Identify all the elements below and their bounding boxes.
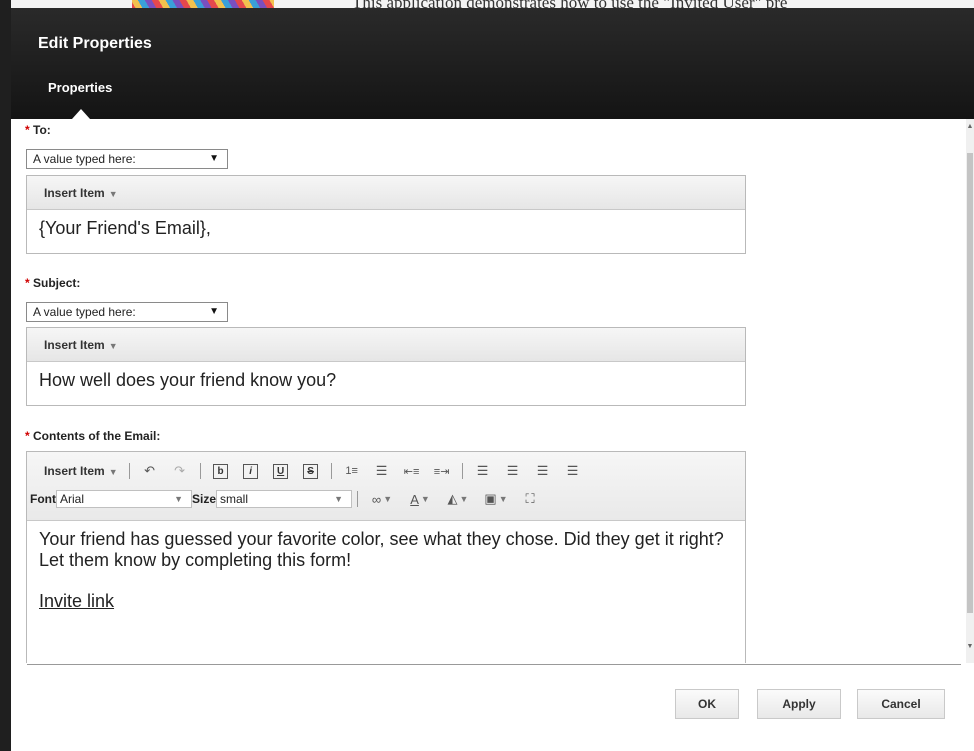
host-page-edge bbox=[0, 0, 11, 751]
toolbar-separator bbox=[128, 463, 130, 479]
dropdown-arrow-icon: ▼ bbox=[209, 153, 219, 164]
subject-select-value: A value typed here: bbox=[33, 305, 136, 319]
chevron-down-icon: ▼ bbox=[334, 494, 344, 504]
toolbar-separator bbox=[330, 463, 332, 479]
indent-icon[interactable]: ≡⇥ bbox=[431, 462, 453, 480]
align-right-icon[interactable]: ☰ bbox=[502, 462, 524, 480]
subject-label: * Subject: bbox=[25, 276, 80, 290]
apply-button[interactable]: Apply bbox=[757, 689, 841, 719]
link-icon[interactable]: ∞ ▼ bbox=[367, 490, 397, 508]
align-center-icon[interactable]: ☰ bbox=[532, 462, 554, 480]
to-editor-toolbar: Insert Item ▼ bbox=[27, 176, 745, 210]
required-mark: * bbox=[25, 123, 30, 137]
outdent-icon[interactable]: ⇤≡ bbox=[401, 462, 423, 480]
undo-icon[interactable]: ↶ bbox=[139, 462, 161, 480]
footer-divider bbox=[27, 664, 961, 665]
font-value: Arial bbox=[60, 492, 85, 506]
required-mark: * bbox=[25, 429, 30, 443]
toolbar-separator bbox=[199, 463, 201, 479]
toolbar-row-2: Font Arial ▼ Size small ▼ ∞ ▼ A ▼ ◭ ▼ ▣ ▼ ⛶ bbox=[30, 488, 545, 510]
to-input[interactable]: {Your Friend's Email}, bbox=[27, 210, 745, 247]
size-label: Size bbox=[192, 492, 217, 506]
subject-editor: Insert Item ▼ How well does your friend k… bbox=[26, 327, 746, 406]
strikethrough-icon[interactable]: S bbox=[300, 462, 322, 480]
size-select[interactable]: small ▼ bbox=[216, 490, 353, 508]
toolbar-separator bbox=[357, 491, 359, 507]
subject-label-text: Subject: bbox=[33, 276, 81, 290]
properties-panel: * To: A value typed here: ▼ Insert Item ▼… bbox=[11, 119, 967, 663]
to-label: * To: bbox=[25, 123, 51, 137]
rich-text-toolbar: Insert Item ▼ ↶ ↷ b i U S 1≡ ☰ ⇤≡ ≡⇥ ☰ ☰ … bbox=[27, 452, 745, 521]
panel-scrollbar[interactable]: ▲ ▼ bbox=[966, 119, 974, 663]
contents-editor: Insert Item ▼ ↶ ↷ b i U S 1≡ ☰ ⇤≡ ≡⇥ ☰ ☰ … bbox=[26, 451, 746, 663]
insert-item-label: Insert Item bbox=[44, 464, 105, 478]
invite-link[interactable]: Invite link bbox=[39, 591, 114, 612]
underline-icon[interactable]: U bbox=[270, 462, 292, 480]
subject-value-type-select[interactable]: A value typed here: ▼ bbox=[26, 302, 228, 322]
chevron-down-icon: ▼ bbox=[108, 341, 118, 351]
scroll-up-icon[interactable]: ▲ bbox=[966, 123, 974, 130]
contents-insert-item-button[interactable]: Insert Item ▼ bbox=[44, 464, 118, 478]
insert-item-label: Insert Item bbox=[44, 338, 105, 352]
to-editor: Insert Item ▼ {Your Friend's Email}, bbox=[26, 175, 746, 254]
unordered-list-icon[interactable]: ☰ bbox=[371, 462, 393, 480]
font-label: Font bbox=[30, 492, 56, 506]
font-color-icon[interactable]: A ▼ bbox=[405, 490, 435, 508]
redo-icon[interactable]: ↷ bbox=[169, 462, 191, 480]
contents-label-text: Contents of the Email: bbox=[33, 429, 161, 443]
to-select-value: A value typed here: bbox=[33, 152, 136, 166]
ordered-list-icon[interactable]: 1≡ bbox=[341, 462, 363, 480]
required-mark: * bbox=[25, 276, 30, 290]
scroll-down-icon[interactable]: ▼ bbox=[966, 643, 974, 650]
fullscreen-icon[interactable]: ⛶ bbox=[519, 490, 541, 508]
subject-input[interactable]: How well does your friend know you? bbox=[27, 362, 745, 399]
italic-icon[interactable]: i bbox=[240, 462, 262, 480]
dialog-title: Edit Properties bbox=[38, 35, 152, 52]
toolbar-separator bbox=[461, 463, 463, 479]
active-tab-indicator bbox=[72, 109, 90, 119]
email-body-text: Your friend has guessed your favorite co… bbox=[39, 529, 724, 570]
align-justify-icon[interactable]: ☰ bbox=[562, 462, 584, 480]
dialog-header: Edit Properties Properties bbox=[11, 8, 974, 119]
insert-image-icon[interactable]: ▣ ▼ bbox=[481, 490, 511, 508]
highlight-color-icon[interactable]: ◭ ▼ bbox=[443, 490, 473, 508]
to-insert-item-button[interactable]: Insert Item ▼ bbox=[44, 186, 118, 200]
size-value: small bbox=[220, 492, 249, 506]
insert-item-label: Insert Item bbox=[44, 186, 105, 200]
font-select[interactable]: Arial ▼ bbox=[56, 490, 192, 508]
to-label-text: To: bbox=[33, 123, 51, 137]
contents-label: * Contents of the Email: bbox=[25, 429, 160, 443]
bold-icon[interactable]: b bbox=[210, 462, 232, 480]
cancel-button[interactable]: Cancel bbox=[857, 689, 945, 719]
toolbar-row-1: Insert Item ▼ ↶ ↷ b i U S 1≡ ☰ ⇤≡ ≡⇥ ☰ ☰ … bbox=[39, 460, 588, 482]
scrollbar-thumb[interactable] bbox=[967, 153, 973, 613]
subject-insert-item-button[interactable]: Insert Item ▼ bbox=[44, 338, 118, 352]
ok-button[interactable]: OK bbox=[675, 689, 739, 719]
chevron-down-icon: ▼ bbox=[108, 467, 118, 477]
subject-editor-toolbar: Insert Item ▼ bbox=[27, 328, 745, 362]
tab-properties[interactable]: Properties bbox=[48, 80, 112, 95]
align-left-icon[interactable]: ☰ bbox=[472, 462, 494, 480]
dropdown-arrow-icon: ▼ bbox=[209, 306, 219, 317]
contents-body[interactable]: Your friend has guessed your favorite co… bbox=[27, 521, 745, 620]
to-value-type-select[interactable]: A value typed here: ▼ bbox=[26, 149, 228, 169]
chevron-down-icon: ▼ bbox=[108, 189, 118, 199]
chevron-down-icon: ▼ bbox=[174, 494, 183, 504]
